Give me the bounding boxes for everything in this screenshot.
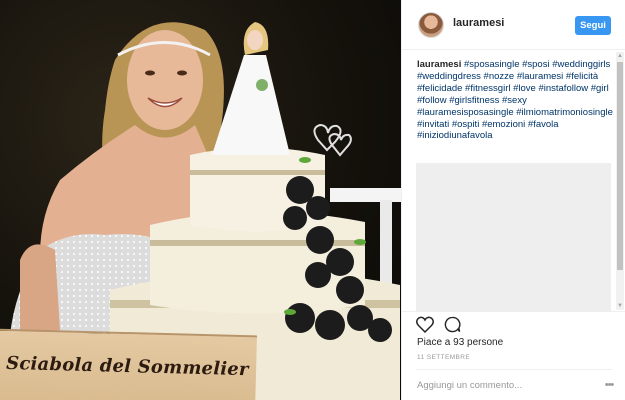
wooden-sign: Sciabola del Sommelier [0, 328, 258, 400]
post-caption: lauramesi #sposasingle #sposi #weddinggi… [417, 59, 613, 142]
avatar[interactable] [418, 12, 444, 38]
comment-icon[interactable] [444, 316, 461, 338]
caption-hashtags[interactable]: #sposasingle #sposi #weddinggirls #weddi… [417, 59, 613, 141]
header-username[interactable]: lauramesi [453, 17, 504, 29]
likes-count[interactable]: Piace a 93 persone [417, 337, 503, 348]
follow-button[interactable]: Segui [575, 16, 611, 35]
comments-scrollbar[interactable]: ▲ ▼ [616, 52, 624, 310]
comment-divider [416, 369, 612, 370]
post-header: lauramesi Segui [402, 0, 625, 50]
comments-area [416, 163, 611, 311]
post-photo[interactable]: Sciabola del Sommelier [0, 0, 401, 400]
actions-divider [402, 311, 625, 312]
scrollbar-thumb[interactable] [617, 62, 623, 270]
sign-text: Sciabola del Sommelier [5, 352, 249, 381]
comment-input[interactable] [417, 378, 587, 392]
heart-icon[interactable] [416, 316, 434, 338]
post-date[interactable]: 11 SETTEMBRE [417, 354, 470, 361]
scroll-down-arrow-icon[interactable]: ▼ [616, 302, 624, 310]
post-side-panel: lauramesi Segui lauramesi #sposasingle #… [401, 0, 625, 400]
caption-username[interactable]: lauramesi [417, 59, 461, 70]
more-options-button[interactable]: ••• [602, 379, 616, 391]
scroll-up-arrow-icon[interactable]: ▲ [616, 52, 624, 60]
